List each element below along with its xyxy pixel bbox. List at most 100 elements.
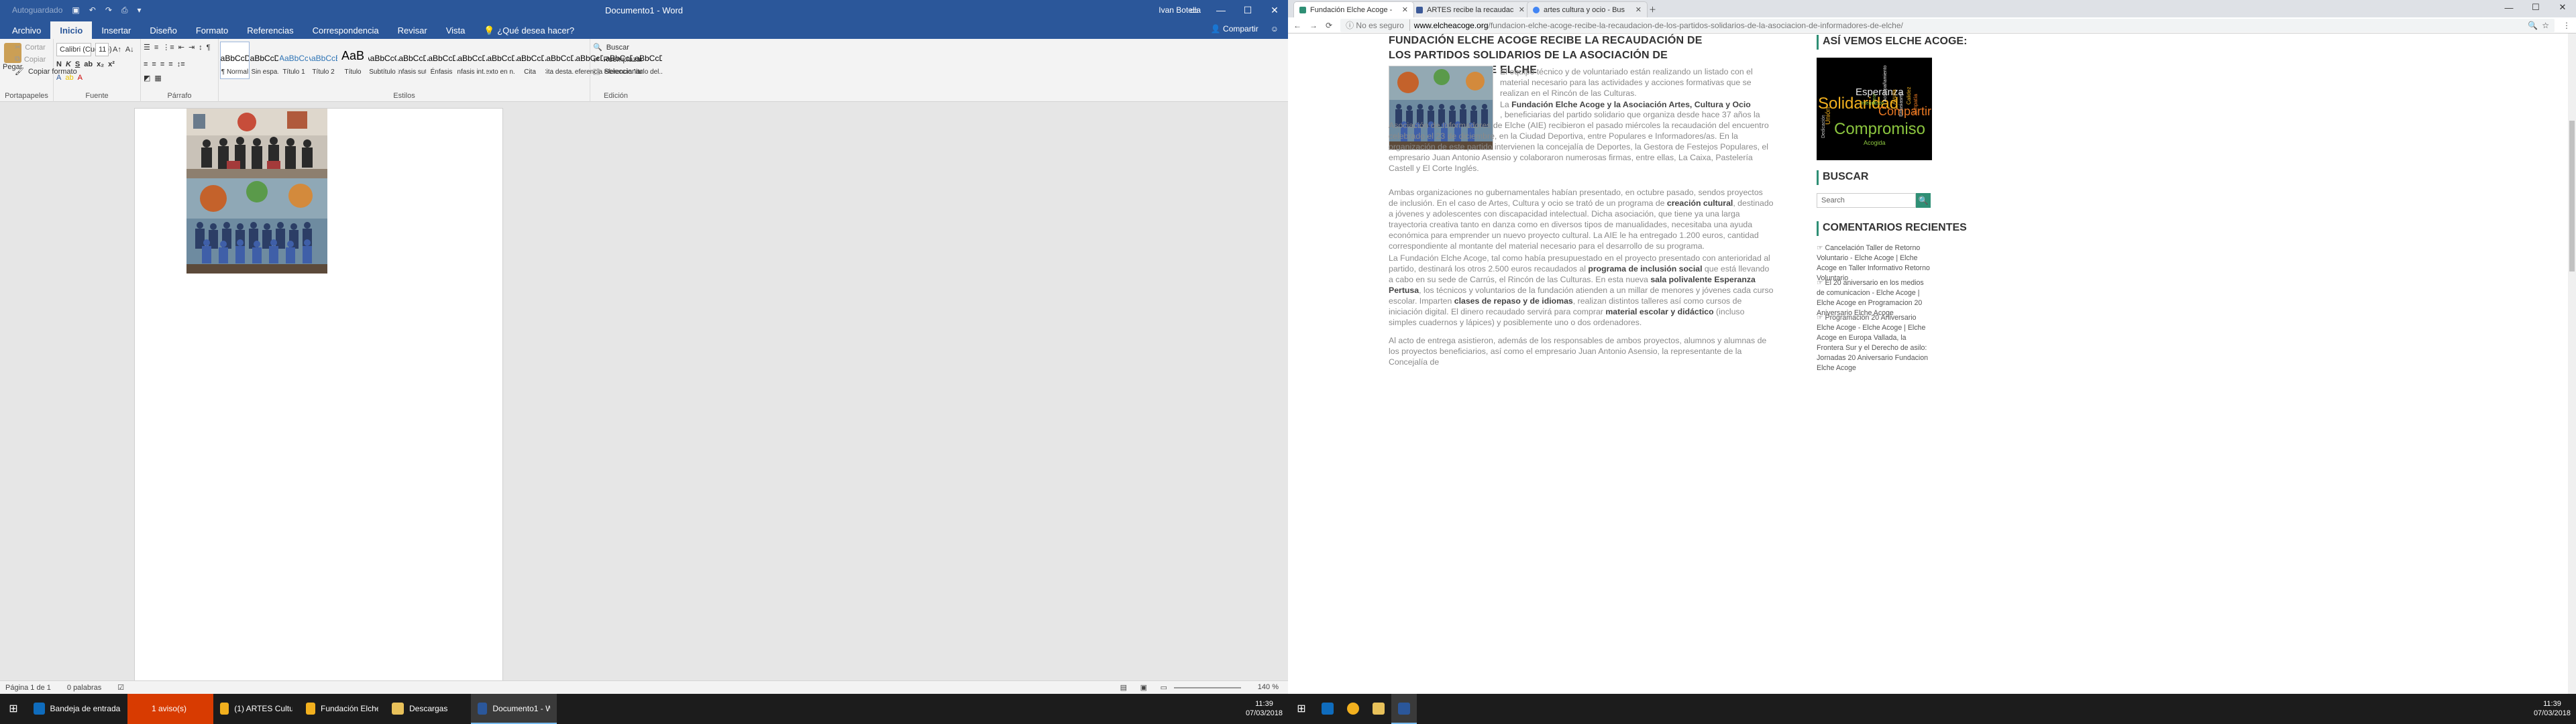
tab-archivo[interactable]: Archivo xyxy=(3,21,50,39)
style-7[interactable]: AaBbCcDi Énfasis xyxy=(427,42,456,79)
style-1[interactable]: AaBbCcDc ¶ Sin espa... xyxy=(250,42,279,79)
shrink-font-icon[interactable]: A↓ xyxy=(125,46,134,54)
sort-icon[interactable]: ↕ xyxy=(199,44,203,52)
forward-icon[interactable]: → xyxy=(1309,21,1318,30)
taskbar-item-3[interactable]: Fundación Elche A... xyxy=(299,694,385,724)
replace-button[interactable]: ⇄ Reemplazar xyxy=(593,55,643,64)
page-count[interactable]: Página 1 de 1 xyxy=(5,684,51,692)
taskbar-item-0[interactable]: Bandeja de entrada... xyxy=(27,694,127,724)
tab-close-icon[interactable]: ✕ xyxy=(1635,5,1642,14)
taskbar-word[interactable] xyxy=(1391,694,1417,724)
share-button[interactable]: 👤 Compartir xyxy=(1211,24,1258,34)
taskbar-item-4[interactable]: Descargas xyxy=(385,694,471,724)
bold-icon[interactable]: N xyxy=(56,60,62,68)
taskbar-explorer[interactable] xyxy=(1366,694,1391,724)
zoom-icon[interactable]: 🔍 xyxy=(2528,21,2538,30)
taskbar-item-2[interactable]: (1) ARTES Cultura y... xyxy=(213,694,299,724)
scrollbar-thumb[interactable] xyxy=(2569,121,2575,272)
back-icon[interactable]: ← xyxy=(1293,21,1301,30)
security-indicator[interactable]: ⓘ No es seguro xyxy=(1346,19,1410,31)
document-page[interactable] xyxy=(134,108,503,684)
start-button[interactable]: ⊞ xyxy=(0,694,27,724)
style-4[interactable]: AaB Título xyxy=(338,42,368,79)
align-right-icon[interactable]: ≡ xyxy=(160,60,164,68)
close-icon[interactable]: ✕ xyxy=(1261,0,1288,20)
increase-indent-icon[interactable]: ⇥ xyxy=(189,43,195,52)
justify-icon[interactable]: ≡ xyxy=(168,60,172,68)
tab-inicio[interactable]: Inicio xyxy=(50,21,93,39)
shading-icon[interactable]: ◩ xyxy=(144,74,150,82)
chrome-tab-2[interactable]: ARTES recibe la recaudac ✕ xyxy=(1410,1,1531,17)
style-8[interactable]: AaBbCcDi Énfasis int... xyxy=(456,42,486,79)
tab-close-icon[interactable]: ✕ xyxy=(1402,5,1408,14)
copy-button[interactable]: ⧉ Copiar xyxy=(15,55,46,64)
read-mode-icon[interactable]: ▤ xyxy=(1120,683,1127,692)
subscript-icon[interactable]: x₂ xyxy=(97,60,104,68)
text-effects-icon[interactable]: A xyxy=(56,74,61,82)
align-center-icon[interactable]: ≡ xyxy=(152,60,156,68)
print-layout-icon[interactable]: ▣ xyxy=(1140,683,1147,692)
tab-referencias[interactable]: Referencias xyxy=(237,21,303,39)
reload-icon[interactable]: ⟳ xyxy=(1326,21,1332,30)
chrome-tab-1[interactable]: Fundación Elche Acoge - ✕ xyxy=(1293,1,1414,17)
zoom-slider[interactable] xyxy=(1174,687,1241,688)
taskbar-item-5[interactable]: Documento1 - Word xyxy=(471,694,557,724)
maximize-icon[interactable]: ☐ xyxy=(1234,0,1261,20)
tab-revisar[interactable]: Revisar xyxy=(388,21,437,39)
chrome-menu-icon[interactable]: ⋮ xyxy=(2563,21,2571,30)
tab-correspondencia[interactable]: Correspondencia xyxy=(303,21,388,39)
strikethrough-icon[interactable]: ab xyxy=(84,60,93,68)
clock-left[interactable]: 11:39 07/03/2018 xyxy=(1246,699,1283,718)
word-cloud-image[interactable]: Esperanza Solidaridad Compartir Compromiso U… xyxy=(1817,58,1932,160)
taskbar-item-1[interactable]: 1 aviso(s) xyxy=(127,694,213,724)
save-icon[interactable]: ▣ xyxy=(72,5,79,15)
minimize-icon[interactable]: — xyxy=(1208,0,1234,20)
proofing-icon[interactable]: ☑ xyxy=(117,683,124,692)
select-button[interactable]: ⬚ Seleccionar xyxy=(593,67,643,76)
zoom-level[interactable]: 140 % xyxy=(1258,683,1279,691)
line-spacing-icon[interactable]: ↕≡ xyxy=(177,60,185,68)
style-0[interactable]: AaBbCcDc ¶ Normal xyxy=(220,42,250,79)
style-2[interactable]: AaBbCc Título 1 xyxy=(279,42,309,79)
customize-qat-icon[interactable]: ▾ xyxy=(137,5,141,15)
bookmark-star-icon[interactable]: ☆ xyxy=(2542,21,2549,30)
smiley-icon[interactable]: ☺ xyxy=(1271,24,1279,34)
print-preview-icon[interactable]: ⎙ xyxy=(121,5,128,15)
close-icon[interactable]: ✕ xyxy=(2549,0,2576,15)
photo-group-2[interactable] xyxy=(186,178,327,274)
start-button[interactable]: ⊞ xyxy=(1288,694,1315,724)
taskbar-chrome[interactable] xyxy=(1340,694,1366,724)
maximize-icon[interactable]: ☐ xyxy=(2522,0,2549,15)
clock-right[interactable]: 11:39 07/03/2018 xyxy=(2534,699,2571,718)
tab-formato[interactable]: Formato xyxy=(186,21,237,39)
font-color-icon[interactable]: A xyxy=(78,74,83,82)
photo-group-1[interactable] xyxy=(186,109,327,178)
redo-icon[interactable]: ↷ xyxy=(105,5,112,15)
tab-close-icon[interactable]: ✕ xyxy=(1519,5,1525,14)
italic-icon[interactable]: K xyxy=(66,60,71,68)
grow-font-icon[interactable]: A↑ xyxy=(113,46,121,54)
highlight-icon[interactable]: ab xyxy=(65,74,73,82)
chrome-tab-3[interactable]: artes cultura y ocio - Bus ✕ xyxy=(1527,1,1648,17)
word-count[interactable]: 0 palabras xyxy=(67,684,101,692)
style-3[interactable]: AaBbCcE Título 2 xyxy=(309,42,338,79)
style-6[interactable]: AaBbCcDi Énfasis sutil xyxy=(397,42,427,79)
minimize-icon[interactable]: — xyxy=(2496,0,2522,15)
web-layout-icon[interactable]: ▭ xyxy=(1161,683,1167,692)
pilcrow-icon[interactable]: ¶ xyxy=(207,44,211,52)
style-9[interactable]: AaBbCcDi Texto en n... xyxy=(486,42,515,79)
tab-vista[interactable]: Vista xyxy=(437,21,475,39)
underline-icon[interactable]: S xyxy=(75,60,80,68)
cut-button[interactable]: ✂ Cortar xyxy=(15,43,46,52)
scrollbar[interactable] xyxy=(2568,34,2576,694)
style-11[interactable]: AaBbCcDi Cita desta... xyxy=(545,42,574,79)
decrease-indent-icon[interactable]: ⇤ xyxy=(178,43,184,52)
font-name-select[interactable]: Calibri (Cuerpo) xyxy=(56,43,112,56)
find-button[interactable]: 🔍 Buscar xyxy=(593,43,629,52)
multilevel-icon[interactable]: ⋮≡ xyxy=(162,43,174,52)
font-size-select[interactable]: 11 xyxy=(95,43,109,56)
tab-insertar[interactable]: Insertar xyxy=(92,21,140,39)
taskbar-outlook[interactable] xyxy=(1315,694,1340,724)
new-tab-button[interactable]: ＋ xyxy=(1644,1,1664,17)
bullets-icon[interactable]: ☰ xyxy=(144,43,150,52)
